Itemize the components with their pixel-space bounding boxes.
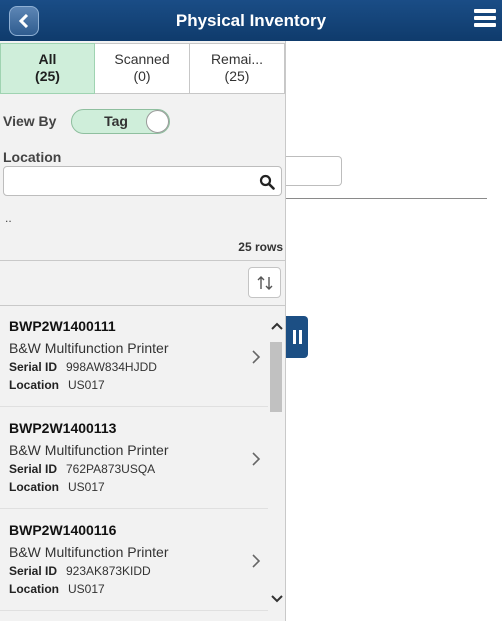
- list-toolbar: [0, 260, 285, 306]
- location-value: US017: [68, 378, 105, 392]
- chevron-right-icon: [252, 554, 261, 568]
- serial-label: Serial ID: [9, 360, 58, 374]
- serial-label: Serial ID: [9, 564, 58, 578]
- location-search-input[interactable]: [3, 166, 282, 196]
- location-value: US017: [68, 480, 105, 494]
- location-label: Location: [9, 378, 59, 392]
- list-item[interactable]: BWP2W1400111 B&W Multifunction Printer S…: [0, 306, 268, 407]
- panel-collapse-button[interactable]: [286, 316, 308, 358]
- sort-button[interactable]: [248, 267, 281, 298]
- pause-icon: [292, 330, 296, 344]
- item-description: B&W Multifunction Printer: [9, 544, 169, 560]
- tab-all-count: (25): [35, 68, 60, 84]
- rows-count: 25 rows: [238, 240, 283, 254]
- ellipsis-text: ..: [5, 211, 12, 225]
- chevron-down-icon[interactable]: [271, 595, 283, 603]
- app-header: Physical Inventory: [0, 0, 502, 41]
- chevron-up-icon[interactable]: [271, 322, 283, 330]
- main-input-field[interactable]: [286, 156, 342, 186]
- scrollbar-thumb[interactable]: [270, 342, 282, 412]
- item-tag: BWP2W1400113: [9, 420, 117, 436]
- serial-label: Serial ID: [9, 462, 58, 476]
- tab-remaining-count: (25): [224, 68, 250, 84]
- view-by-label: View By: [3, 113, 57, 129]
- serial-value: 923AK873KIDD: [66, 564, 151, 578]
- location-label: Location: [9, 480, 59, 494]
- toggle-knob: [146, 110, 169, 133]
- location-value: US017: [68, 582, 105, 596]
- item-description: B&W Multifunction Printer: [9, 340, 169, 356]
- item-tag: BWP2W1400111: [9, 318, 116, 334]
- tab-remaining[interactable]: Remai... (25): [190, 43, 285, 94]
- location-label: Location: [3, 149, 62, 165]
- serial-value: 998AW834HJDD: [66, 360, 157, 374]
- item-tag: BWP2W1400116: [9, 522, 117, 538]
- list-item[interactable]: BWP2W1400116 B&W Multifunction Printer S…: [0, 510, 268, 611]
- chevron-right-icon: [252, 452, 261, 466]
- tab-scanned-count: (0): [133, 68, 151, 84]
- page-title: Physical Inventory: [175, 11, 327, 30]
- side-panel: All (25) Scanned (0) Remai... (25) View …: [0, 41, 286, 621]
- main-divider: [286, 198, 487, 199]
- tab-all[interactable]: All (25): [0, 43, 95, 94]
- tab-all-label: All: [38, 51, 57, 67]
- sort-icon: [257, 275, 272, 290]
- location-label: Location: [9, 582, 59, 596]
- tab-scanned[interactable]: Scanned (0): [95, 43, 190, 94]
- filter-tabs: All (25) Scanned (0) Remai... (25): [0, 43, 285, 94]
- view-by-toggle[interactable]: Tag: [71, 109, 170, 134]
- hamburger-menu-icon[interactable]: [474, 9, 496, 31]
- serial-value: 762PA873USQA: [66, 462, 156, 476]
- chevron-right-icon: [252, 350, 261, 364]
- list-item[interactable]: BWP2W1400113 B&W Multifunction Printer S…: [0, 408, 268, 509]
- list-scrollbar[interactable]: [268, 306, 285, 621]
- item-description: B&W Multifunction Printer: [9, 442, 169, 458]
- tab-scanned-label: Scanned: [114, 51, 170, 67]
- tab-remaining-label: Remai...: [210, 51, 264, 67]
- search-icon[interactable]: [259, 174, 275, 190]
- inventory-list: BWP2W1400111 B&W Multifunction Printer S…: [0, 306, 285, 621]
